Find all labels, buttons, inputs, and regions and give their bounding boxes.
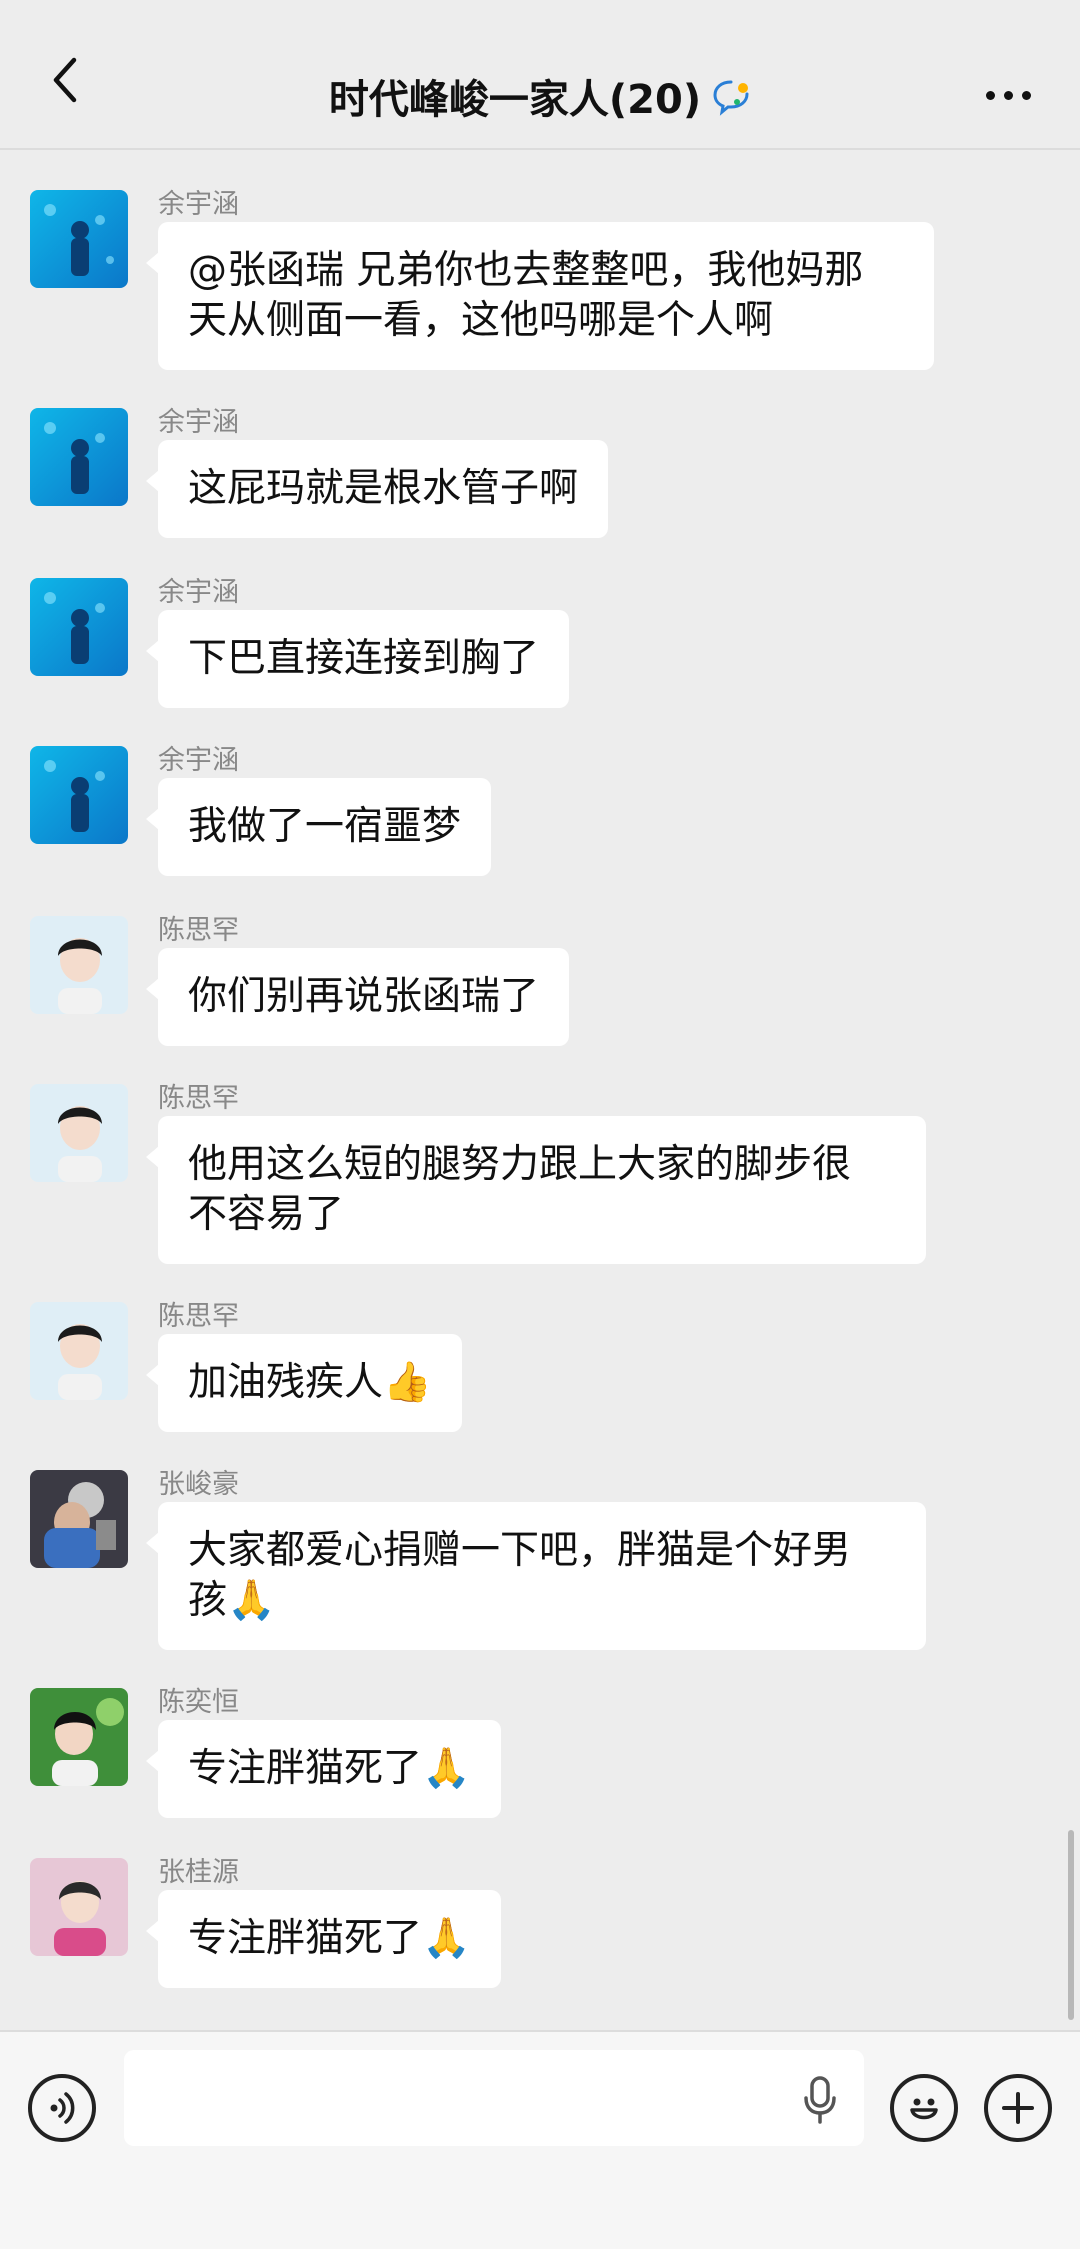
message-bubble[interactable]: 这屁玛就是根水管子啊: [145, 440, 609, 538]
sender-name: 张峻豪: [158, 1469, 239, 1500]
more-dot: [1003, 90, 1013, 100]
message-bubble[interactable]: 你们别再说张函瑞了: [145, 948, 570, 1046]
sender-name: 余宇涵: [158, 189, 239, 220]
sender-avatar[interactable]: [30, 1688, 128, 1786]
sender-avatar[interactable]: [30, 1302, 128, 1400]
message-bubble[interactable]: 加油残疾人👍: [146, 1334, 462, 1432]
message-bubble[interactable]: 专注胖猫死了🙏: [146, 1890, 501, 1988]
message-bubble[interactable]: @张函瑞 兄弟你也去整整吧，我他妈那 天从侧面一看，这他吗哪是个人啊: [146, 222, 934, 370]
plus-button[interactable]: [984, 2074, 1052, 2142]
message-bubble[interactable]: 我做了一宿噩梦: [145, 778, 492, 876]
emoji-button[interactable]: [890, 2074, 958, 2142]
sender-name: 张桂源: [158, 1857, 239, 1888]
message-list[interactable]: 余宇涵 @张函瑞 兄弟你也去整整吧，我他妈那 天从侧面一看，这他吗哪是个人啊 余…: [0, 150, 1080, 2030]
chat-header: 时代峰峻一家人(20): [0, 0, 1080, 150]
chat-status-icon: [713, 80, 749, 116]
sender-avatar[interactable]: [30, 578, 128, 676]
input-bar: [0, 2030, 1080, 2249]
sender-avatar[interactable]: [30, 1084, 128, 1182]
emoji-icon: [910, 2098, 938, 2120]
sender-avatar[interactable]: [30, 408, 128, 506]
scrollbar[interactable]: [1068, 1830, 1074, 2020]
message-bubble[interactable]: 下巴直接连接到胸了: [145, 610, 570, 708]
voice-icon: [50, 2092, 75, 2124]
sender-avatar[interactable]: [30, 190, 128, 288]
more-button[interactable]: [978, 75, 1038, 115]
message-bubble[interactable]: 他用这么短的腿努力跟上大家的脚步很 不容易了: [146, 1116, 926, 1264]
sender-avatar[interactable]: [30, 1858, 128, 1956]
sender-avatar[interactable]: [30, 746, 128, 844]
sender-name: 陈思罕: [158, 1083, 239, 1114]
sender-name: 陈思罕: [158, 1301, 239, 1332]
sender-name: 余宇涵: [158, 745, 239, 776]
message-bubble[interactable]: 大家都爱心捐赠一下吧，胖猫是个好男 孩🙏: [146, 1502, 926, 1650]
sender-name: 余宇涵: [158, 407, 239, 438]
sender-name: 余宇涵: [158, 577, 239, 608]
sender-name: 陈思罕: [158, 915, 239, 946]
more-dots-icon: [985, 90, 995, 100]
sender-avatar[interactable]: [30, 1470, 128, 1568]
mic-icon[interactable]: [800, 2076, 840, 2124]
message-bubble[interactable]: 专注胖猫死了🙏: [146, 1720, 501, 1818]
voice-button[interactable]: [28, 2074, 96, 2142]
chat-title[interactable]: 时代峰峻一家人(20): [329, 67, 701, 125]
sender-name: 陈奕恒: [158, 1687, 239, 1718]
more-dot: [1021, 90, 1031, 100]
message-input[interactable]: [124, 2050, 864, 2146]
plus-icon: [1002, 2092, 1034, 2124]
sender-avatar[interactable]: [30, 916, 128, 1014]
